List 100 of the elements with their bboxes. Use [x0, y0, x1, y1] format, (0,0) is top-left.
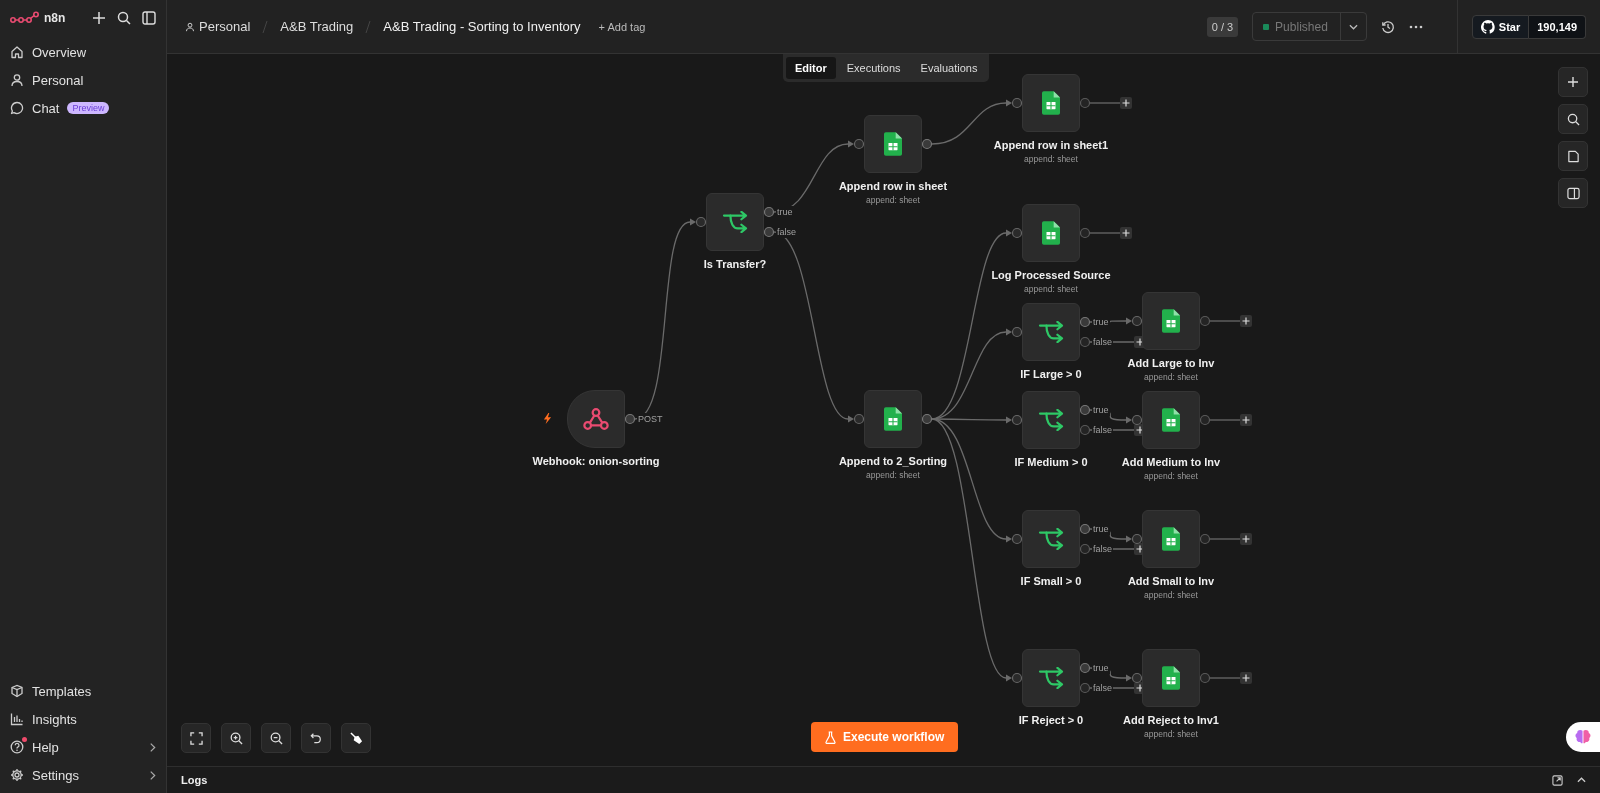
node-label: Webhook: onion-sorting: [532, 455, 660, 467]
workflow-node[interactable]: [1142, 391, 1200, 449]
output-handle[interactable]: [624, 413, 636, 425]
output-handle[interactable]: [1199, 315, 1211, 327]
sidebar-item[interactable]: Settings: [10, 761, 156, 789]
input-handle[interactable]: [695, 216, 707, 228]
output-handle[interactable]: [1079, 227, 1091, 239]
sidebar-item[interactable]: Help: [10, 733, 156, 761]
workflow-node[interactable]: [1022, 510, 1080, 568]
output-handle[interactable]: [1079, 336, 1091, 348]
zoom-out-button[interactable]: [261, 723, 291, 753]
output-handle[interactable]: [1079, 424, 1091, 436]
note-icon: [1566, 149, 1580, 163]
spreadsheet-icon: [1042, 221, 1060, 245]
input-handle[interactable]: [1131, 414, 1143, 426]
output-handle[interactable]: [1079, 662, 1091, 674]
zoom-in-button[interactable]: [221, 723, 251, 753]
input-handle[interactable]: [1011, 672, 1023, 684]
logs-panel-title[interactable]: Logs: [181, 774, 208, 786]
input-handle[interactable]: [1131, 672, 1143, 684]
add-node-connector[interactable]: [1209, 414, 1252, 426]
workflow-node[interactable]: [864, 115, 922, 173]
output-label: true: [1092, 316, 1110, 328]
sidebar-item[interactable]: Personal: [10, 66, 156, 94]
breadcrumb-link[interactable]: A&B Trading - Sorting to Inventory: [383, 19, 581, 34]
search-button[interactable]: [1558, 104, 1588, 134]
output-handle[interactable]: [1079, 316, 1091, 328]
add-node-button[interactable]: [1558, 67, 1588, 97]
node-label: Is Transfer?: [703, 258, 767, 270]
output-handle[interactable]: [1199, 533, 1211, 545]
workflow-node[interactable]: [864, 390, 922, 448]
output-label: false: [1092, 682, 1113, 694]
input-handle[interactable]: [853, 413, 865, 425]
input-handle[interactable]: [1011, 227, 1023, 239]
chevron-up-icon[interactable]: [1577, 777, 1586, 783]
add-tag-link[interactable]: + Add tag: [598, 20, 646, 33]
add-node-connector[interactable]: [1089, 97, 1132, 109]
node-subtitle: append: sheet: [1144, 471, 1198, 481]
add-node-connector[interactable]: [1089, 227, 1132, 239]
sidebar-toggle-icon[interactable]: [142, 11, 156, 25]
workflow-node[interactable]: [1022, 649, 1080, 707]
sidebar-item[interactable]: Templates: [10, 677, 156, 705]
workflow-node[interactable]: [706, 193, 764, 251]
workflow-node[interactable]: [1142, 292, 1200, 350]
assistant-button[interactable]: [1566, 722, 1600, 752]
fit-view-button[interactable]: [181, 723, 211, 753]
breadcrumb-link[interactable]: A&B Trading: [280, 19, 354, 34]
view-tab[interactable]: Evaluations: [911, 57, 987, 79]
output-handle[interactable]: [1079, 523, 1091, 535]
plus-icon[interactable]: [92, 11, 106, 25]
github-icon: [1480, 19, 1495, 34]
output-handle[interactable]: [1079, 543, 1091, 555]
github-star-button[interactable]: Star: [1471, 14, 1530, 39]
workflow-node[interactable]: [1022, 74, 1080, 132]
history-icon[interactable]: [1380, 19, 1395, 34]
output-handle[interactable]: [1079, 682, 1091, 694]
more-icon[interactable]: [1408, 24, 1423, 29]
popout-icon[interactable]: [1552, 774, 1563, 786]
output-handle[interactable]: [1079, 404, 1091, 416]
output-handle[interactable]: [921, 413, 933, 425]
workflow-node[interactable]: [1142, 649, 1200, 707]
add-node-connector[interactable]: [1209, 315, 1252, 327]
view-tab[interactable]: Editor: [786, 57, 836, 79]
input-handle[interactable]: [1011, 414, 1023, 426]
output-handle[interactable]: [1079, 97, 1091, 109]
workflow-node[interactable]: [1022, 204, 1080, 262]
tidy-up-button[interactable]: [341, 723, 371, 753]
spreadsheet-icon: [1162, 666, 1180, 690]
output-label: false: [1092, 424, 1113, 436]
output-label: true: [1092, 523, 1110, 535]
add-node-connector[interactable]: [1209, 672, 1252, 684]
output-handle[interactable]: [1199, 672, 1211, 684]
output-handle[interactable]: [763, 206, 775, 218]
input-handle[interactable]: [1011, 533, 1023, 545]
output-handle[interactable]: [921, 138, 933, 150]
sidebar-item[interactable]: Chat Preview: [10, 94, 156, 122]
input-handle[interactable]: [1131, 315, 1143, 327]
input-handle[interactable]: [1131, 533, 1143, 545]
sticky-note-button[interactable]: [1558, 141, 1588, 171]
branch-arrows-icon: [1038, 409, 1064, 431]
panel-toggle-button[interactable]: [1558, 178, 1588, 208]
input-handle[interactable]: [1011, 326, 1023, 338]
zoom-out-icon: [269, 731, 283, 745]
output-handle[interactable]: [1199, 414, 1211, 426]
input-handle[interactable]: [1011, 97, 1023, 109]
input-handle[interactable]: [853, 138, 865, 150]
workflow-node[interactable]: [1142, 510, 1200, 568]
add-node-connector[interactable]: [1209, 533, 1252, 545]
search-icon[interactable]: [117, 11, 131, 25]
zoom-in-icon: [229, 731, 243, 745]
sidebar-item[interactable]: Insights: [10, 705, 156, 733]
sidebar-item[interactable]: Overview: [10, 38, 156, 66]
spreadsheet-icon: [1162, 309, 1180, 333]
view-tab[interactable]: Executions: [837, 57, 910, 79]
breadcrumb-link[interactable]: Personal: [185, 19, 251, 34]
workflow-node[interactable]: [1022, 303, 1080, 361]
output-handle[interactable]: [763, 226, 775, 238]
undo-button[interactable]: [301, 723, 331, 753]
workflow-node[interactable]: [1022, 391, 1080, 449]
workflow-node[interactable]: [567, 390, 625, 448]
